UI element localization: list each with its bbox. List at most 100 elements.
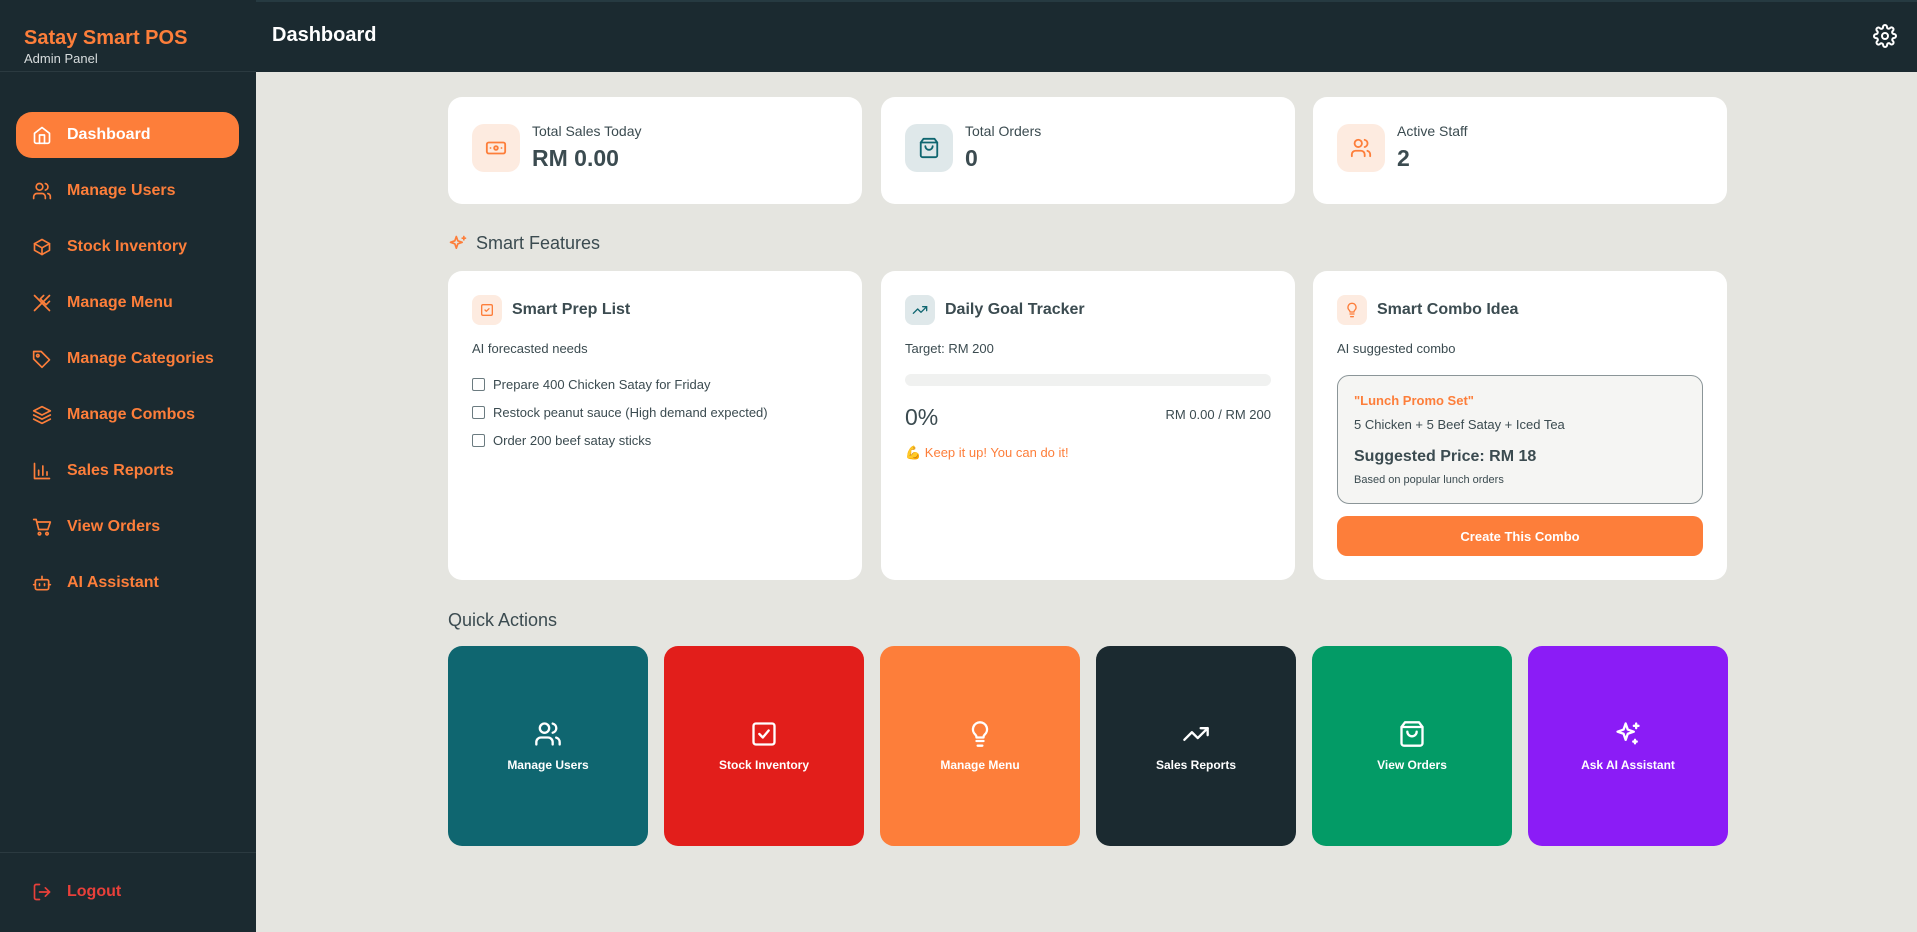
stat-card-active-staff: Active Staff 2 xyxy=(1313,97,1727,204)
tags-icon xyxy=(32,349,52,369)
check-square-icon xyxy=(750,720,778,748)
card-header: Daily Goal Tracker xyxy=(905,295,1085,325)
box-icon xyxy=(32,237,52,257)
quick-action-manage-users[interactable]: Manage Users xyxy=(448,646,648,846)
combo-price: Suggested Price: RM 18 xyxy=(1354,448,1537,465)
page-title: Dashboard xyxy=(272,24,377,46)
sidebar-item-ai-assistant[interactable]: AI Assistant xyxy=(16,560,239,606)
sparkles-icon xyxy=(448,234,468,254)
quick-actions-heading: Quick Actions xyxy=(448,610,557,631)
sidebar-item-label: View Orders xyxy=(67,518,161,535)
quick-action-label: Manage Menu xyxy=(940,758,1020,772)
quick-action-label: Stock Inventory xyxy=(718,758,810,772)
gear-icon[interactable] xyxy=(1873,24,1897,48)
sidebar-item-manage-users[interactable]: Manage Users xyxy=(16,168,239,214)
quick-action-manage-menu[interactable]: Manage Menu xyxy=(880,646,1080,846)
sidebar-item-label: Manage Combos xyxy=(67,406,196,423)
utensils-icon xyxy=(32,293,52,313)
smart-features-heading: Smart Features xyxy=(448,233,600,254)
smart-prep-card: Smart Prep List AI forecasted needs Prep… xyxy=(448,271,862,580)
sidebar-item-label: Manage Menu xyxy=(67,294,173,311)
quick-action-stock-inventory[interactable]: Stock Inventory xyxy=(664,646,864,846)
prep-item-label: Restock peanut sauce (High demand expect… xyxy=(493,405,768,420)
sidebar-divider xyxy=(0,852,256,853)
sidebar-item-manage-menu[interactable]: Manage Menu xyxy=(16,280,239,326)
sidebar-item-label: Manage Categories xyxy=(67,350,214,367)
logout-label: Logout xyxy=(67,883,122,900)
topbar: Dashboard xyxy=(256,0,1917,72)
combo-items: 5 Chicken + 5 Beef Satay + Iced Tea xyxy=(1354,417,1565,432)
stat-value: 2 xyxy=(1397,145,1410,171)
shopping-bag-icon xyxy=(905,124,953,172)
users-icon xyxy=(1337,124,1385,172)
sidebar-item-label: Manage Users xyxy=(67,182,176,199)
stat-label: Total Sales Today xyxy=(532,123,642,139)
stat-card-total-orders: Total Orders 0 xyxy=(881,97,1295,204)
logout-button[interactable]: Logout xyxy=(32,882,121,902)
checkbox[interactable] xyxy=(472,406,485,419)
quick-action-sales-reports[interactable]: Sales Reports xyxy=(1096,646,1296,846)
smart-combo-card: Smart Combo Idea AI suggested combo "Lun… xyxy=(1313,271,1727,580)
sidebar: Satay Smart POS Admin Panel Dashboard Ma… xyxy=(0,0,256,932)
section-title: Smart Features xyxy=(476,233,601,253)
sidebar-item-label: Sales Reports xyxy=(67,462,174,479)
goal-percent: 0% xyxy=(905,404,939,430)
sidebar-item-label: Dashboard xyxy=(67,126,151,143)
card-subtitle: AI suggested combo xyxy=(1337,341,1456,356)
lightbulb-icon xyxy=(1337,295,1367,325)
stat-card-total-sales: Total Sales Today RM 0.00 xyxy=(448,97,862,204)
cart-icon xyxy=(32,517,52,537)
create-combo-button[interactable]: Create This Combo xyxy=(1337,516,1703,556)
daily-goal-card: Daily Goal Tracker Target: RM 200 0% RM … xyxy=(881,271,1295,580)
quick-action-label: View Orders xyxy=(1377,758,1447,772)
sidebar-item-view-orders[interactable]: View Orders xyxy=(16,504,239,550)
card-title: Smart Prep List xyxy=(512,301,631,318)
quick-action-label: Ask AI Assistant xyxy=(1581,758,1675,772)
goal-target: Target: RM 200 xyxy=(905,341,994,356)
banknote-icon xyxy=(472,124,520,172)
card-subtitle: AI forecasted needs xyxy=(472,341,588,356)
section-title: Quick Actions xyxy=(448,610,558,630)
brand-title: Satay Smart POS xyxy=(24,27,188,49)
brand: Satay Smart POS Admin Panel xyxy=(0,0,256,72)
quick-action-label: Manage Users xyxy=(507,758,589,772)
combo-note: Based on popular lunch orders xyxy=(1354,474,1504,486)
trending-up-icon xyxy=(905,295,935,325)
checkbox[interactable] xyxy=(472,434,485,447)
goal-message: 💪 Keep it up! You can do it! xyxy=(905,445,1069,460)
sidebar-item-dashboard[interactable]: Dashboard xyxy=(16,112,239,158)
brand-subtitle: Admin Panel xyxy=(24,51,98,66)
quick-action-ask-ai-assistant[interactable]: Ask AI Assistant xyxy=(1528,646,1728,846)
stat-value: RM 0.00 xyxy=(532,145,619,171)
layers-icon xyxy=(32,405,52,425)
sidebar-item-manage-categories[interactable]: Manage Categories xyxy=(16,336,239,382)
card-header: Smart Prep List xyxy=(472,295,630,325)
prep-item-label: Prepare 400 Chicken Satay for Friday xyxy=(493,377,711,392)
stat-value: 0 xyxy=(965,145,978,171)
users-icon xyxy=(534,720,562,748)
sidebar-item-sales-reports[interactable]: Sales Reports xyxy=(16,448,239,494)
shopping-bag-icon xyxy=(1398,720,1426,748)
bot-icon xyxy=(32,573,52,593)
card-title: Smart Combo Idea xyxy=(1377,301,1519,318)
sparkles-icon xyxy=(1614,720,1642,748)
card-header: Smart Combo Idea xyxy=(1337,295,1518,325)
card-title: Daily Goal Tracker xyxy=(945,301,1085,318)
sidebar-item-manage-combos[interactable]: Manage Combos xyxy=(16,392,239,438)
quick-action-view-orders[interactable]: View Orders xyxy=(1312,646,1512,846)
goal-amount: RM 0.00 / RM 200 xyxy=(1165,407,1272,422)
home-icon xyxy=(32,125,52,145)
sidebar-item-label: AI Assistant xyxy=(67,574,159,591)
clipboard-check-icon xyxy=(472,295,502,325)
sidebar-nav: Dashboard Manage Users Stock Inventory M… xyxy=(16,112,239,616)
users-icon xyxy=(32,181,52,201)
logout-icon xyxy=(32,882,52,902)
prep-item[interactable]: Prepare 400 Chicken Satay for Friday xyxy=(472,377,711,392)
checkbox[interactable] xyxy=(472,378,485,391)
prep-item[interactable]: Restock peanut sauce (High demand expect… xyxy=(472,405,768,420)
lightbulb-icon xyxy=(966,720,994,748)
trending-up-icon xyxy=(1182,720,1210,748)
stat-label: Total Orders xyxy=(965,123,1042,139)
sidebar-item-stock-inventory[interactable]: Stock Inventory xyxy=(16,224,239,270)
prep-item[interactable]: Order 200 beef satay sticks xyxy=(472,433,651,448)
